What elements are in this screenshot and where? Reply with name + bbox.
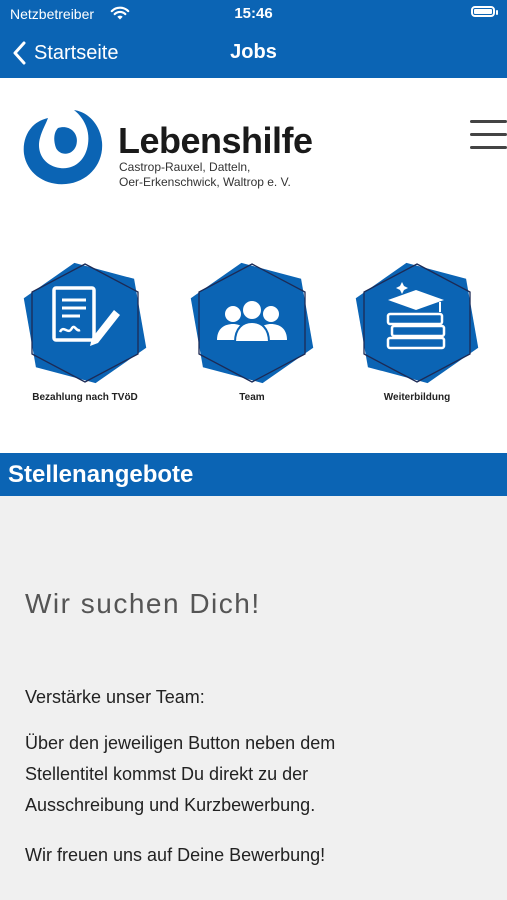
battery-tip	[496, 10, 498, 15]
organization-subtitle-line-2: Oer-Erkenschwick, Waltrop e. V.	[119, 175, 291, 189]
navigation-bar: Startseite Jobs	[0, 28, 507, 78]
job-intro: Wir suchen Dich! Verstärke unser Team: Ü…	[0, 496, 507, 900]
organization-name: Lebenshilfe	[118, 120, 313, 161]
closing-text: Wir freuen uns auf Deine Bewerbung!	[25, 845, 326, 865]
feature-training[interactable]: Weiterbildung	[352, 258, 482, 403]
hamburger-line	[470, 133, 507, 136]
feature-training-label: Weiterbildung	[383, 392, 451, 403]
description-line-3: Ausschreibung und Kurzbewerbung.	[25, 795, 316, 815]
organization-subtitle: Castrop-Rauxel, Datteln, Oer-Erkenschwic…	[119, 160, 291, 190]
feature-team[interactable]: Team	[187, 258, 317, 403]
clock: 15:46	[234, 5, 273, 22]
organization-subtitle-line-1: Castrop-Rauxel, Datteln,	[119, 160, 251, 174]
feature-payment-label: Bezahlung nach TVöD	[32, 392, 138, 403]
description-line-1: Über den jeweiligen Button neben dem	[25, 733, 336, 753]
headline: Wir suchen Dich!	[25, 588, 261, 619]
description-line-2: Stellentitel kommst Du direkt zu der	[25, 764, 309, 784]
status-bar: Netzbetreiber 15:46	[0, 0, 507, 28]
chevron-left-icon	[13, 41, 26, 65]
menu-button[interactable]	[470, 118, 507, 150]
back-button-label: Startseite	[34, 41, 119, 64]
feature-payment[interactable]: Bezahlung nach TVöD	[20, 258, 150, 403]
hamburger-line	[470, 120, 507, 123]
description-text: Über den jeweiligen Button neben dem Ste…	[25, 728, 475, 821]
back-button[interactable]: Startseite	[12, 36, 118, 70]
team-people-icon	[190, 262, 314, 384]
section-title: Stellenangebote	[8, 461, 194, 488]
battery-icon	[471, 6, 495, 17]
hamburger-line	[470, 146, 507, 149]
contract-sign-icon	[23, 262, 147, 384]
feature-team-label: Team	[239, 392, 265, 403]
section-header: Stellenangebote	[0, 453, 507, 496]
books-graduation-cap-icon	[355, 262, 479, 384]
intro-text: Verstärke unser Team:	[25, 687, 205, 707]
page-header: Lebenshilfe Castrop-Rauxel, Datteln, Oer…	[0, 78, 507, 453]
lebenshilfe-logo-icon[interactable]	[18, 106, 108, 190]
